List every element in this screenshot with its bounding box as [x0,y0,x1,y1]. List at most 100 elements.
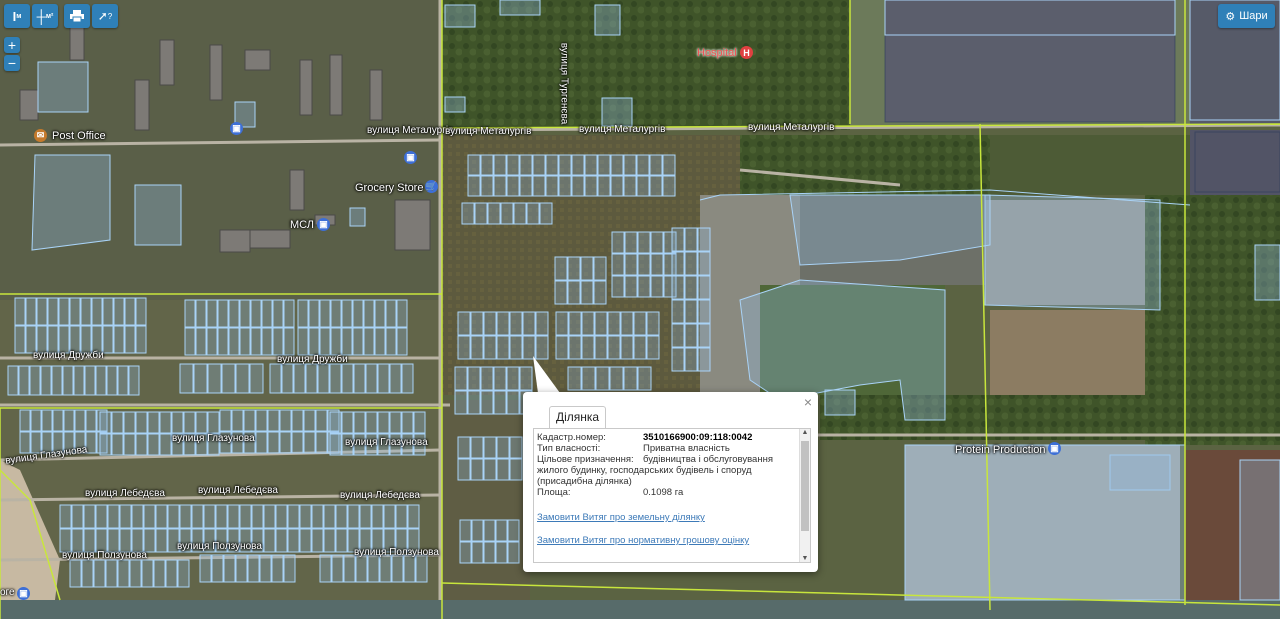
parcel[interactable] [594,335,608,360]
parcel[interactable] [143,528,156,553]
parcel[interactable] [567,366,582,391]
parcel[interactable] [633,335,647,360]
parcel[interactable] [363,327,375,356]
parcel[interactable] [620,311,634,336]
parcel[interactable] [330,327,342,356]
parcel[interactable] [341,327,353,356]
parcel[interactable] [480,175,494,197]
parcel[interactable] [385,299,397,328]
parcel[interactable] [352,299,364,328]
parcel[interactable] [697,227,711,252]
parcel[interactable] [555,311,569,336]
parcel[interactable] [47,325,59,354]
parcel[interactable] [235,554,248,583]
parcel[interactable] [532,175,546,197]
parcel[interactable] [85,409,97,432]
parcel[interactable] [283,554,296,583]
tab-parcel[interactable]: Ділянка [549,406,607,429]
parcel[interactable] [303,409,316,432]
scroll-up-icon[interactable]: ▲ [800,429,810,436]
parcel[interactable] [483,436,497,459]
parcel[interactable] [99,411,112,434]
parcel[interactable] [117,559,130,588]
parcel[interactable] [250,327,262,356]
parcel[interactable] [555,335,569,360]
parcel[interactable] [522,311,536,336]
parcel[interactable] [684,275,698,300]
parcel[interactable] [272,327,284,356]
parcel[interactable] [401,411,414,434]
parcel[interactable] [568,335,582,360]
parcel[interactable] [219,409,232,432]
parcel[interactable] [19,409,31,432]
parcel[interactable] [183,411,196,434]
parcel[interactable] [59,504,72,529]
parcel[interactable] [467,366,481,391]
parcel[interactable] [697,347,711,372]
order-extract-link[interactable]: Замовити Витяг про земельну ділянку [537,512,705,523]
parcel[interactable] [81,559,94,588]
post-office-icon[interactable]: ✉ [34,129,47,142]
parcel[interactable] [467,390,481,415]
parcel[interactable] [363,299,375,328]
parcel[interactable] [513,202,527,225]
parcel[interactable] [123,411,136,434]
parcel[interactable] [124,325,136,354]
parcel[interactable] [329,433,342,456]
parcel[interactable] [128,365,140,396]
parcel[interactable] [684,251,698,276]
zoom-out-button[interactable]: − [4,55,20,71]
close-icon[interactable]: × [804,394,812,410]
parcel[interactable] [123,433,136,456]
parcel[interactable] [353,411,366,434]
parcel[interactable] [195,299,207,328]
parcel[interactable] [102,325,114,354]
parcel[interactable] [623,366,638,391]
building-icon[interactable]: ▣ [17,587,30,600]
parcel[interactable] [413,411,426,434]
parcel[interactable] [263,528,276,553]
parcel[interactable] [267,409,280,432]
parcel[interactable] [25,325,37,354]
parcel[interactable] [211,554,224,583]
scroll-down-icon[interactable]: ▼ [800,555,810,562]
parcel[interactable] [697,275,711,300]
parcel[interactable] [95,528,108,553]
parcel[interactable] [251,504,264,529]
parcel[interactable] [457,436,471,459]
parcel[interactable] [247,554,260,583]
parcel[interactable] [496,436,510,459]
parcel[interactable] [580,256,594,281]
parcel[interactable] [269,363,282,394]
parcel[interactable] [113,297,125,326]
parcel[interactable] [611,231,625,254]
parcel[interactable] [554,280,568,305]
parcel[interactable] [329,411,342,434]
parcel[interactable] [73,365,85,396]
parcel[interactable] [30,409,42,432]
parcel[interactable] [206,327,218,356]
parcel[interactable] [483,335,497,360]
parcel[interactable] [159,433,172,456]
parcel[interactable] [184,327,196,356]
parcel[interactable] [684,323,698,348]
parcel[interactable] [155,528,168,553]
parcel[interactable] [291,431,304,454]
parcel[interactable] [407,504,420,529]
grocery-icon[interactable]: 🛒 [425,180,438,193]
building-icon[interactable]: ▣ [404,151,417,164]
parcel[interactable] [271,554,284,583]
parcel[interactable] [107,528,120,553]
parcel[interactable] [385,327,397,356]
factory-icon[interactable]: ▣ [1048,442,1061,455]
parcel[interactable] [480,390,494,415]
parcel[interactable] [179,363,194,394]
parcel[interactable] [167,504,180,529]
parcel[interactable] [184,299,196,328]
parcel[interactable] [461,202,475,225]
parcel[interactable] [496,458,510,481]
parcel[interactable] [135,297,147,326]
parcel[interactable] [580,280,594,305]
parcel[interactable] [323,504,336,529]
parcel[interactable] [113,325,125,354]
